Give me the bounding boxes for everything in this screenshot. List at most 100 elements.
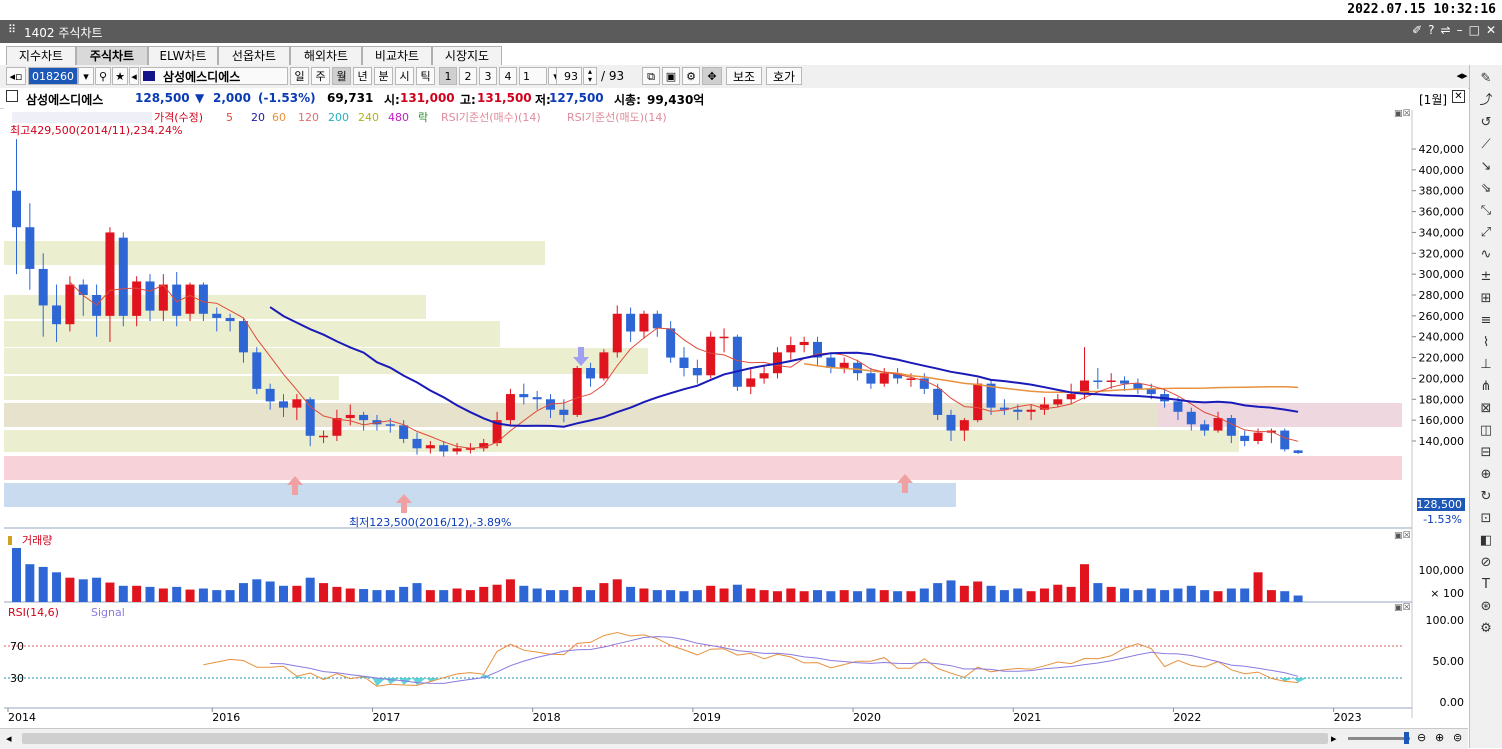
rsi-panel-min-icon[interactable]: ▣☒ [1394, 603, 1411, 613]
arrow-line-icon[interactable]: ⇘ [1478, 181, 1494, 197]
min-annotation: 최저123,500(2016/12),-3.89% [349, 516, 511, 529]
horizontal-scrollbar[interactable]: ◂ ▸ ⊖ ⊕ ⊜ [0, 728, 1468, 749]
count-input[interactable]: 93 [556, 67, 582, 85]
multiplier-button-1[interactable]: 2 [459, 67, 477, 85]
line-icon[interactable]: ⟋ [1478, 137, 1494, 153]
zoom-reset-icon[interactable]: ⊜ [1453, 731, 1462, 744]
star-tool-icon[interactable]: ⊛ [1478, 599, 1494, 615]
tab-3[interactable]: 선옵차트 [218, 46, 290, 65]
ray-icon[interactable]: ↘ [1478, 159, 1494, 175]
volume-bar [212, 590, 222, 602]
minimize-icon[interactable]: – [1457, 23, 1463, 37]
swap-icon[interactable]: ⇌ [1441, 23, 1451, 37]
quote-button[interactable]: 호가 [766, 67, 802, 85]
multiplier-button-0[interactable]: 1 [439, 67, 457, 85]
select-checkbox[interactable] [6, 90, 18, 102]
expand-icon[interactable]: ⤢ [1478, 225, 1494, 241]
candle-body [1013, 409, 1023, 412]
volume-bar [639, 588, 649, 602]
settings-icon[interactable]: ⚙ [1478, 621, 1494, 637]
candle-body [1213, 418, 1223, 431]
period-button-0[interactable]: 일 [290, 67, 309, 85]
period-button-3[interactable]: 년 [353, 67, 372, 85]
rsi-axis-0: 0.00 [1440, 696, 1465, 709]
tab-1[interactable]: 주식차트 [76, 46, 148, 65]
maximize-icon[interactable]: □ [1469, 23, 1480, 37]
collapse-right-icon[interactable]: ◂▸ [1455, 67, 1469, 85]
extend-icon[interactable]: ⤡ [1478, 203, 1494, 219]
stock-chart[interactable]: 420,000 400,000 380,000 360,000 340,000 320,0… [4, 108, 1468, 728]
zoom-slider[interactable] [1348, 737, 1410, 740]
prev-stock-icon[interactable]: ◂ [129, 67, 139, 85]
zoom-in-icon[interactable]: ⊕ [1435, 731, 1444, 744]
multiplier-select[interactable]: 1 [519, 67, 547, 85]
stock-code-input[interactable]: 018260 [28, 67, 78, 85]
close-icon[interactable]: ✕ [1486, 23, 1496, 37]
volume-bar [412, 583, 422, 602]
panel-icon[interactable]: ◫ [1478, 423, 1494, 439]
cancel-icon[interactable]: ⊘ [1478, 555, 1494, 571]
split-icon[interactable]: ◧ [1478, 533, 1494, 549]
baseline-icon[interactable]: ⊥ [1478, 357, 1494, 373]
aux-button[interactable]: 보조 [726, 67, 762, 85]
wave-icon[interactable]: ∿ [1478, 247, 1494, 263]
new-window-icon[interactable]: ⧉ [642, 67, 660, 85]
period-button-6[interactable]: 틱 [416, 67, 435, 85]
rotate-icon[interactable]: ↺ [1478, 115, 1494, 131]
draw-pen-icon[interactable]: ✎ [1478, 71, 1494, 87]
scroll-left-icon[interactable]: ◂ [6, 732, 12, 745]
multiplier-button-2[interactable]: 3 [479, 67, 497, 85]
fork-icon[interactable]: ⋔ [1478, 379, 1494, 395]
info-change: 2,000 [213, 91, 251, 105]
fib-icon[interactable]: ⌇ [1478, 335, 1494, 351]
add-icon[interactable]: ⊕ [1478, 467, 1494, 483]
save-icon[interactable]: ▣ [662, 67, 680, 85]
pin-icon[interactable]: ✐ [1412, 23, 1422, 37]
candle-body [1053, 399, 1063, 405]
tab-0[interactable]: 지수차트 [6, 46, 76, 65]
box-icon[interactable]: ⊠ [1478, 401, 1494, 417]
count-stepper[interactable]: ▴ ▾ [583, 67, 597, 85]
search-icon[interactable]: ⚲ [95, 67, 111, 85]
volume-bar [372, 590, 382, 602]
tool-icon[interactable]: ⤴ [1478, 93, 1494, 109]
grid-icon[interactable]: ⊞ [1478, 291, 1494, 307]
code-dropdown-icon[interactable]: ▾ [78, 67, 94, 85]
help-icon[interactable]: ? [1428, 23, 1434, 37]
tab-6[interactable]: 시장지도 [432, 46, 502, 65]
volume-bar [385, 590, 395, 602]
zoom-out-icon[interactable]: ⊖ [1417, 731, 1426, 744]
frame-icon[interactable]: ⊡ [1478, 511, 1494, 527]
volume-bar [1293, 595, 1303, 602]
refresh-icon[interactable]: ↻ [1478, 489, 1494, 505]
multiplier-button-3[interactable]: 4 [499, 67, 517, 85]
text-icon[interactable]: T [1478, 577, 1494, 593]
period-button-1[interactable]: 주 [311, 67, 330, 85]
candle-body [1120, 380, 1130, 384]
period-button-5[interactable]: 시 [395, 67, 414, 85]
settings-gear-icon[interactable]: ⚙ [682, 67, 700, 85]
hline-icon[interactable]: ⊟ [1478, 445, 1494, 461]
candle-body [933, 388, 943, 415]
close-info-icon[interactable]: ✕ [1452, 90, 1465, 103]
scroll-thumb[interactable] [22, 733, 1328, 744]
lines-icon[interactable]: ≡ [1478, 313, 1494, 329]
panel-toggle-button[interactable]: ◂▫ [6, 67, 26, 85]
tab-4[interactable]: 해외차트 [290, 46, 362, 65]
period-button-2[interactable]: 월 [332, 67, 351, 85]
zoom-slider-handle[interactable] [1404, 732, 1409, 744]
candle-body [185, 284, 195, 314]
period-button-4[interactable]: 분 [374, 67, 393, 85]
candle-body [78, 284, 88, 295]
window-grip-icon[interactable]: ⠿ [8, 23, 16, 36]
volume-panel-min-icon[interactable]: ▣☒ [1394, 531, 1411, 541]
scroll-right-icon[interactable]: ▸ [1331, 732, 1337, 745]
tab-2[interactable]: ELW차트 [148, 46, 218, 65]
plus-minus-icon[interactable]: ± [1478, 269, 1494, 285]
tab-5[interactable]: 비교차트 [362, 46, 432, 65]
volume-bar [879, 590, 889, 602]
panel-min-icon[interactable]: ▣☒ [1394, 109, 1411, 119]
stock-name-field[interactable]: 삼성에스디에스 [140, 67, 288, 85]
favorite-star-icon[interactable]: ★ [112, 67, 128, 85]
move-crosshair-icon[interactable]: ✥ [702, 67, 722, 85]
